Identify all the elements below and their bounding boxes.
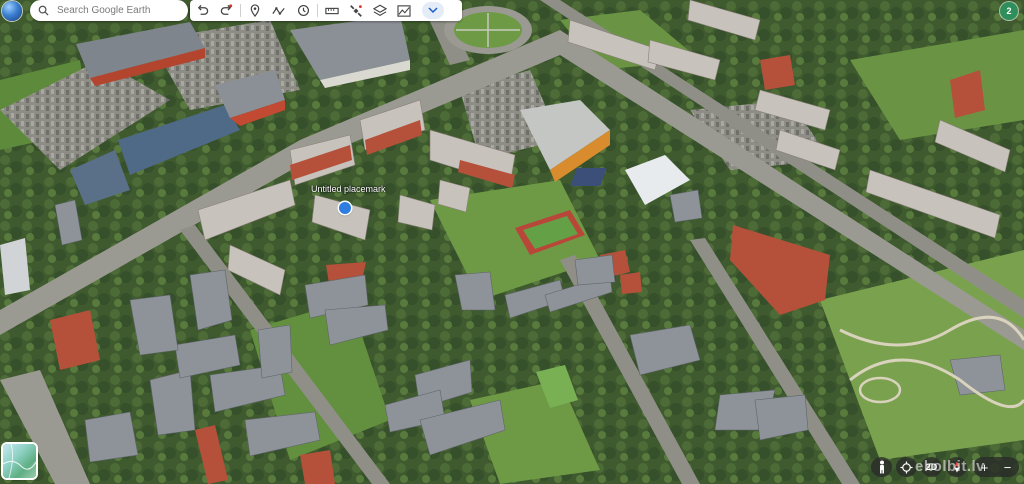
account-avatar[interactable]: 2 [1000,2,1018,20]
pin-icon [250,4,260,17]
search-icon [38,5,49,16]
measure-button[interactable] [320,0,344,21]
zoom-control: + − [973,457,1019,477]
redo-icon [220,4,232,15]
satellite-button[interactable] [344,0,368,21]
elevation-profile-button[interactable] [392,0,416,21]
path-icon [272,6,285,15]
view-mode-toggle[interactable]: 2D [921,457,942,477]
clock-icon [297,4,309,17]
search-input[interactable] [57,1,177,20]
draw-path-button[interactable] [267,0,291,21]
layers-icon [373,4,387,16]
crosshair-icon [900,460,913,474]
undo-icon [197,4,208,15]
top-toolbar [0,0,462,22]
ruler-icon [325,7,339,14]
tool-strip [190,0,462,21]
redo-button[interactable] [214,0,238,21]
elevation-icon [397,4,411,17]
search-box[interactable] [30,0,188,21]
toolbar-divider [240,4,241,17]
undo-button[interactable] [190,0,214,21]
zoom-in-button[interactable]: + [981,460,989,475]
zoom-out-button[interactable]: − [1004,460,1012,475]
view-controls: 2D + − [871,456,1019,478]
add-placemark-button[interactable] [243,0,267,21]
google-earth-logo-icon[interactable] [2,1,22,21]
pegman-icon [879,460,884,474]
street-view-button[interactable] [871,457,892,477]
compass-icon [953,461,960,473]
my-location-button[interactable] [896,457,917,477]
placemark-label[interactable]: Untitled placemark [311,184,386,194]
toolbar-expand-button[interactable] [422,2,444,19]
minimap-icon [3,444,36,478]
satellite-map-view[interactable] [0,0,1024,484]
placemark-pin-icon[interactable] [339,202,351,214]
map-style-button[interactable] [368,0,392,21]
map-style-thumbnail[interactable] [3,444,36,478]
chevron-down-icon [428,7,438,14]
toolbar-divider [317,4,318,17]
historical-imagery-button[interactable] [291,0,315,21]
compass-button[interactable] [946,457,967,477]
satellite-icon [350,4,362,17]
